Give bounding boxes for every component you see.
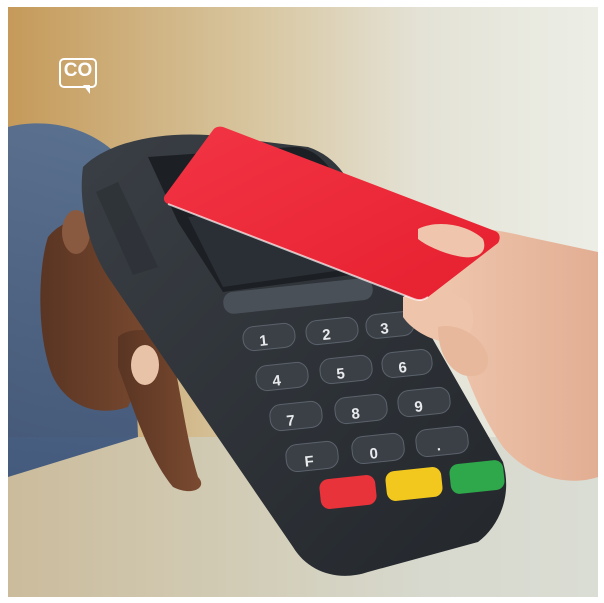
brand-logo-text: CO <box>63 60 93 81</box>
brand-logo-badge: CO <box>59 58 105 104</box>
svg-text:3: 3 <box>380 320 390 338</box>
svg-text:2: 2 <box>322 326 332 344</box>
svg-text:0: 0 <box>369 445 379 463</box>
svg-text:1: 1 <box>259 332 269 350</box>
svg-text:F: F <box>304 453 315 471</box>
svg-text:5: 5 <box>336 365 346 383</box>
svg-text:6: 6 <box>398 359 408 377</box>
svg-text:9: 9 <box>414 398 424 416</box>
svg-text:7: 7 <box>286 412 296 430</box>
svg-text:8: 8 <box>351 405 361 423</box>
